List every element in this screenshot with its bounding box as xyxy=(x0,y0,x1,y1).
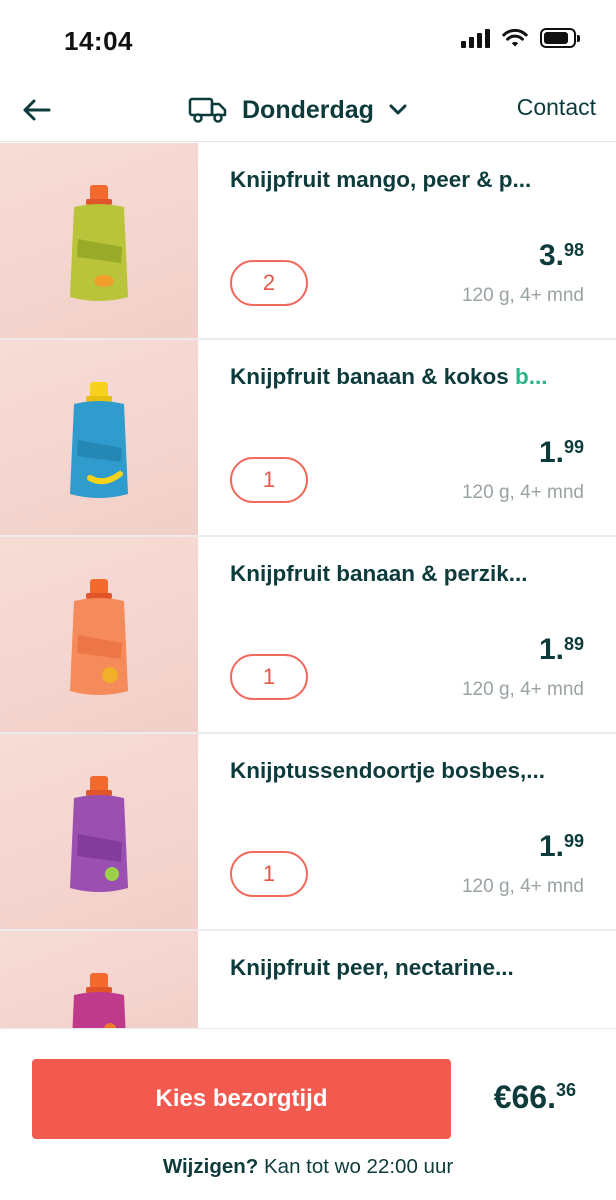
pouch-image xyxy=(72,973,126,1031)
price-cents: 99 xyxy=(563,831,584,851)
product-price: 3. 98 xyxy=(538,239,584,272)
back-button[interactable] xyxy=(18,92,54,128)
status-icons xyxy=(461,28,580,48)
change-deadline-note: Wijzigen? Kan tot wo 22:00 uur xyxy=(0,1155,616,1179)
unit-info: 120 g, 4+ mnd xyxy=(461,285,584,306)
product-price: 1. 99 xyxy=(538,436,584,469)
product-row[interactable]: Knijptussendoortje bosbes,... 1 1. 99 120… xyxy=(0,734,616,931)
unit-info: 120 g, 4+ mnd xyxy=(461,482,584,503)
change-deadline-text: Kan tot wo 22:00 uur xyxy=(258,1155,454,1178)
unit-info: 120 g, 4+ mnd xyxy=(461,876,584,897)
promo-label: b... xyxy=(515,364,548,389)
price-cents: 89 xyxy=(563,634,584,654)
product-image[interactable] xyxy=(0,931,198,1031)
product-name[interactable]: Knijpfruit mango, peer & p... xyxy=(230,167,594,193)
product-row[interactable]: Knijpfruit peer, nectarine... xyxy=(0,931,616,1031)
checkout-footer: Kies bezorgtijd €66. 36 Wijzigen? Kan tot… xyxy=(0,1028,616,1200)
pouch-image xyxy=(70,579,128,695)
price-euros: 1 xyxy=(538,436,556,469)
price-euros: 1 xyxy=(538,633,556,666)
product-name[interactable]: Knijptussendoortje bosbes,... xyxy=(230,758,594,784)
wifi-icon xyxy=(502,28,528,47)
delivery-truck-icon xyxy=(188,97,227,123)
product-row[interactable]: Knijpfruit banaan & perzik... 1 1. 89 120… xyxy=(0,537,616,734)
pouch-image xyxy=(70,185,128,301)
price-euros: 3 xyxy=(538,239,556,272)
product-image[interactable] xyxy=(0,734,198,929)
product-price: 1. 99 xyxy=(538,830,584,863)
product-name[interactable]: Knijpfruit banaan & kokos b... xyxy=(230,364,594,390)
unit-info: 120 g, 4+ mnd xyxy=(461,679,584,700)
battery-icon xyxy=(540,28,580,48)
total-main: €66. xyxy=(493,1079,556,1115)
price-euros: 1 xyxy=(538,830,556,863)
quantity-button[interactable]: 1 xyxy=(230,851,308,897)
quantity-button[interactable]: 1 xyxy=(230,457,308,503)
product-name[interactable]: Knijpfruit peer, nectarine... xyxy=(230,955,594,981)
pouch-image xyxy=(70,382,128,498)
product-price: 1. 89 xyxy=(538,633,584,666)
product-row[interactable]: Knijpfruit banaan & kokos b... 1 1. 99 12… xyxy=(0,340,616,537)
header: Donderdag Contact xyxy=(0,80,616,142)
chevron-down-icon xyxy=(389,104,407,115)
quantity-button[interactable]: 1 xyxy=(230,654,308,700)
arrow-left-icon xyxy=(23,99,51,121)
status-bar: 14:04 xyxy=(0,0,616,80)
delivery-day-label: Donderdag xyxy=(242,95,374,124)
change-link[interactable]: Wijzigen? xyxy=(163,1155,258,1178)
order-total: €66. 36 xyxy=(494,1079,576,1115)
product-row[interactable]: Knijpfruit mango, peer & p... 2 3. 98 120… xyxy=(0,143,616,340)
total-cents: 36 xyxy=(555,1080,576,1100)
delivery-day-selector[interactable]: Donderdag xyxy=(188,90,408,130)
quantity-button[interactable]: 2 xyxy=(230,260,308,306)
contact-link[interactable]: Contact xyxy=(517,94,596,121)
product-image[interactable] xyxy=(0,340,198,535)
choose-delivery-time-button[interactable]: Kies bezorgtijd xyxy=(32,1059,451,1139)
product-image[interactable] xyxy=(0,537,198,732)
status-time: 14:04 xyxy=(64,26,133,56)
price-cents: 99 xyxy=(563,437,584,457)
price-cents: 98 xyxy=(563,240,584,260)
cellular-signal-icon xyxy=(461,28,490,48)
product-list: Knijpfruit mango, peer & p... 2 3. 98 120… xyxy=(0,143,616,1031)
pouch-image xyxy=(70,776,128,892)
product-image[interactable] xyxy=(0,143,198,338)
product-name[interactable]: Knijpfruit banaan & perzik... xyxy=(230,561,594,587)
